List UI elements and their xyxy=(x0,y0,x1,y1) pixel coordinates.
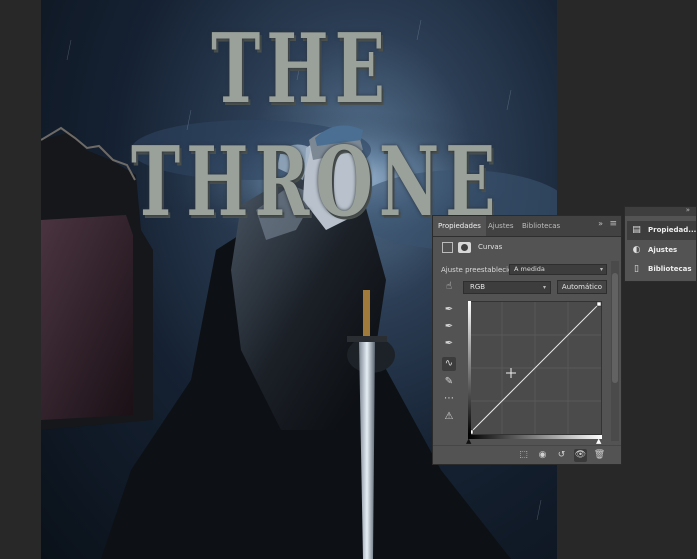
chevron-down-icon: ▾ xyxy=(542,284,546,291)
visibility-icon[interactable]: 👁 xyxy=(574,449,587,462)
libraries-icon: ▯ xyxy=(634,264,639,274)
tab-libraries[interactable]: Bibliotecas xyxy=(517,216,565,236)
black-point-slider-icon[interactable]: ▲ xyxy=(466,437,471,445)
tab-properties[interactable]: Propiedades xyxy=(433,216,486,236)
adjustment-type-label: Curvas xyxy=(478,243,503,251)
artwork-title: THE THRONE xyxy=(131,12,502,239)
adjustment-layer-row: Curvas xyxy=(433,237,621,259)
hand-adjust-icon[interactable]: ☝ xyxy=(442,280,456,294)
input-gradient-bar xyxy=(468,435,602,439)
preset-value: A medida xyxy=(514,265,545,273)
panel-menu-icon[interactable]: ≡ xyxy=(609,219,617,229)
sword-guard xyxy=(347,336,387,342)
dock-item-properties[interactable]: ▤ Propiedad... xyxy=(627,221,696,240)
chevron-down-icon: ▾ xyxy=(599,266,603,273)
properties-panel: Propiedades Ajustes Bibliotecas » ≡ Curv… xyxy=(432,215,622,465)
dock-item-label: Propiedad... xyxy=(648,226,697,234)
collapsed-panel-dock: » ▤ Propiedad... ◐ Ajustes ▯ Bibliotecas xyxy=(624,206,697,282)
delete-icon[interactable]: 🗑 xyxy=(593,449,606,462)
panel-footer: ⬚ ◉ ↺ 👁 🗑 xyxy=(433,445,621,465)
channel-dropdown[interactable]: RGB ▾ xyxy=(463,281,551,294)
panel-scrollbar[interactable] xyxy=(611,261,619,441)
scrollbar-thumb[interactable] xyxy=(612,273,618,383)
tab-adjustments[interactable]: Ajustes xyxy=(483,216,519,236)
curve-points-icon[interactable]: ∿ xyxy=(442,357,456,371)
properties-icon: ▤ xyxy=(632,225,641,235)
white-point-slider-icon[interactable]: ▲ xyxy=(596,437,601,445)
preset-label: Ajuste preestablecido: xyxy=(441,266,520,274)
collapse-panel-icon[interactable]: » xyxy=(598,219,603,228)
clip-to-layer-icon[interactable]: ⬚ xyxy=(517,449,530,462)
crosshair-cursor xyxy=(506,368,516,378)
pencil-icon[interactable]: ✎ xyxy=(442,375,456,389)
preset-dropdown[interactable]: A medida ▾ xyxy=(509,264,607,275)
black-eyedropper-icon[interactable]: ✒ xyxy=(442,303,456,317)
curve-grid xyxy=(468,301,602,435)
curve-graph[interactable] xyxy=(468,301,602,435)
dock-header: » xyxy=(625,206,696,216)
reset-icon[interactable]: ↺ xyxy=(555,449,568,462)
curves-adjustment-icon[interactable] xyxy=(442,242,453,253)
dock-item-libraries[interactable]: ▯ Bibliotecas xyxy=(627,260,696,279)
workspace-margin xyxy=(0,0,41,559)
channel-value: RGB xyxy=(470,283,486,291)
dock-item-label: Ajustes xyxy=(648,246,678,254)
view-previous-icon[interactable]: ◉ xyxy=(536,449,549,462)
dock-item-label: Bibliotecas xyxy=(648,265,692,273)
expand-panels-icon[interactable]: » xyxy=(686,206,690,214)
dock-item-adjustments[interactable]: ◐ Ajustes xyxy=(627,241,696,260)
smooth-icon[interactable]: ⋯ xyxy=(442,392,456,406)
white-eyedropper-icon[interactable]: ✒ xyxy=(442,337,456,351)
sword-hilt xyxy=(363,290,370,340)
panel-tab-bar: Propiedades Ajustes Bibliotecas » ≡ xyxy=(433,216,621,237)
gray-eyedropper-icon[interactable]: ✒ xyxy=(442,320,456,334)
auto-button[interactable]: Automático xyxy=(557,280,607,294)
curve-point-white xyxy=(596,301,602,307)
preset-row: Ajuste preestablecido: A medida ▾ xyxy=(441,264,615,276)
adjustments-icon: ◐ xyxy=(632,245,641,255)
clipping-warning-icon[interactable]: ⚠ xyxy=(442,410,456,424)
throne-cushion xyxy=(41,215,133,420)
layer-mask-icon[interactable] xyxy=(458,242,471,253)
output-gradient-bar xyxy=(468,301,471,435)
